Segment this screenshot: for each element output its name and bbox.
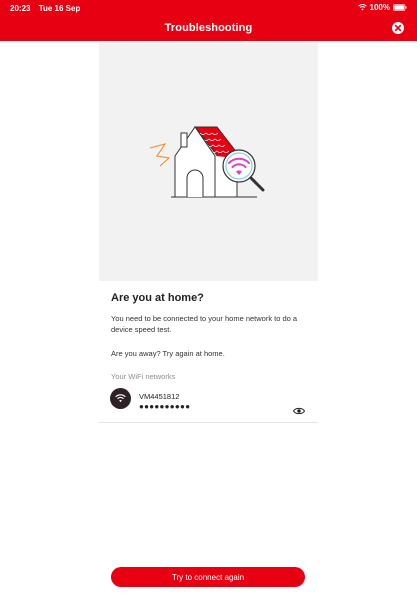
wifi-avatar xyxy=(110,388,131,409)
network-password: ●●●●●●●●●● xyxy=(139,402,191,411)
battery-icon xyxy=(393,4,407,11)
hero-illustration-panel xyxy=(99,42,318,281)
connect-again-button[interactable]: Try to connect again xyxy=(111,567,305,587)
status-time: 20:23 xyxy=(10,4,31,13)
wifi-status-icon xyxy=(357,4,367,11)
network-name: VM4451812 xyxy=(139,392,180,401)
networks-label: Your WiFi networks xyxy=(111,372,176,381)
close-button[interactable] xyxy=(391,21,404,34)
wifi-icon xyxy=(115,394,126,403)
home-check-content: Are you at home? You need to be connecte… xyxy=(111,292,316,381)
wifi-network-item[interactable]: VM4451812 ●●●●●●●●●● xyxy=(99,384,318,423)
home-network-message: You need to be connected to your home ne… xyxy=(111,314,298,334)
section-heading: Are you at home? xyxy=(111,292,204,304)
eye-icon xyxy=(292,407,306,415)
status-right: 100% xyxy=(357,3,407,12)
house-wifi-magnifier-illustration xyxy=(149,126,265,198)
close-icon xyxy=(391,21,404,34)
page-title: Troubleshooting xyxy=(164,22,253,34)
away-message: Are you away? Try again at home. xyxy=(111,349,225,358)
app-header: 20:23 Tue 16 Sep 100% Troubleshooting xyxy=(0,0,417,41)
status-left: 20:23 Tue 16 Sep xyxy=(10,4,86,13)
show-password-button[interactable] xyxy=(292,403,306,415)
status-bar: 20:23 Tue 16 Sep 100% xyxy=(0,0,417,16)
battery-percent: 100% xyxy=(369,3,390,12)
status-date: Tue 16 Sep xyxy=(38,4,81,13)
